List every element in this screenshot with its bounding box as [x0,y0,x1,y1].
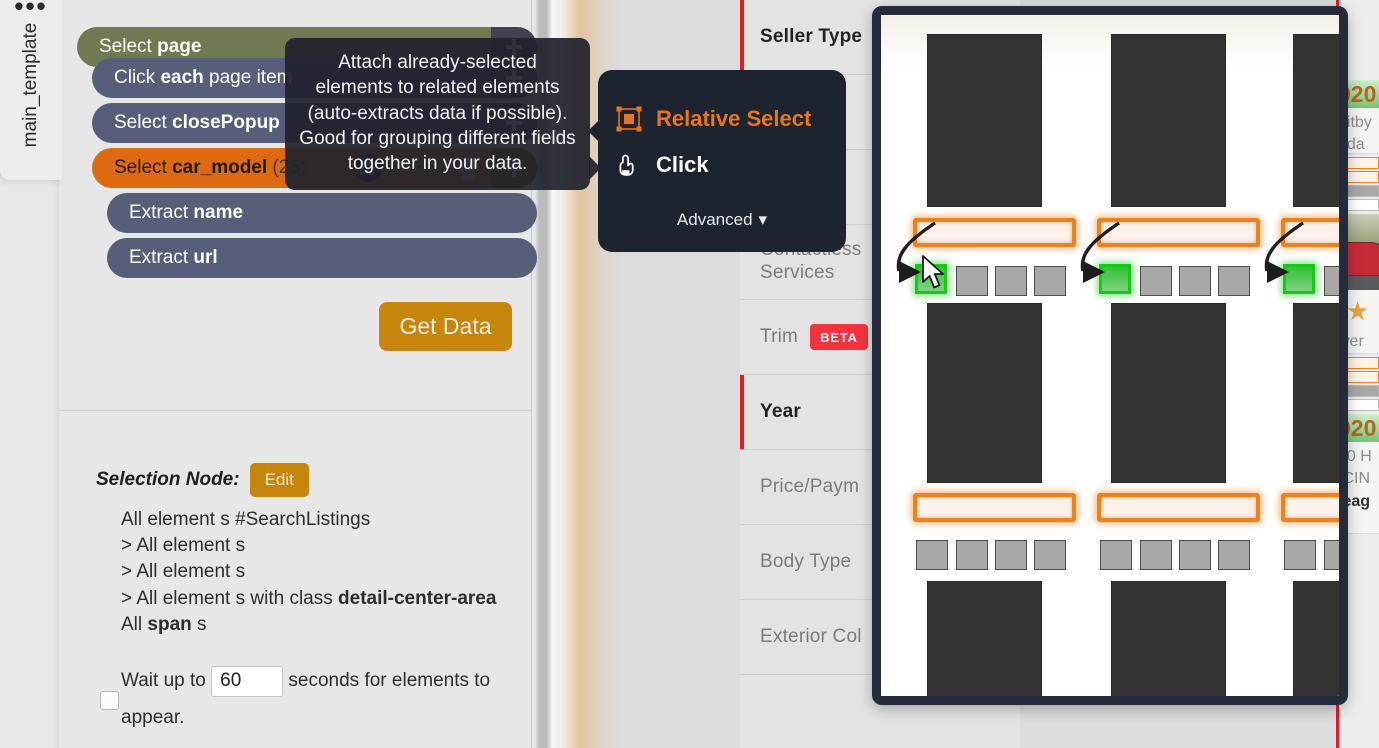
element-square[interactable] [995,540,1027,570]
screen: Seller Type Contactless Services Trim BE… [0,0,1379,748]
element-square[interactable] [956,266,988,296]
filter-label: Body Type [760,551,852,572]
edit-selector-button[interactable]: Edit [249,463,309,497]
selection-node-header: Selection Node: Edit [96,463,516,497]
node-target: closePopup [172,112,280,133]
element-square[interactable] [1218,266,1250,296]
node-verb: Select [99,36,152,57]
highlighted-title-bar[interactable] [1281,493,1339,522]
filter-label: Exterior Col [760,626,862,647]
selector-path-line: > All element s [121,535,246,557]
placeholder-block [1111,34,1226,207]
relative-select-icon [616,106,642,132]
placeholder-block [1111,581,1226,696]
panel-divider [59,410,531,411]
node-verb: Select [114,157,167,178]
node-extract-name[interactable]: Extract name [107,193,537,233]
node-target: name [193,202,244,223]
menu-item-advanced[interactable]: Advanced ▾ [598,210,846,230]
element-square[interactable] [1140,266,1172,296]
node-target: car_model [172,157,268,178]
placeholder-block [1293,303,1339,483]
filter-label: Price/Paym [760,476,860,497]
placeholder-block [1293,34,1339,207]
menu-item-click[interactable]: Click [598,142,846,188]
selector-path-list: All element s #SearchListings > All elem… [121,507,516,638]
get-data-button[interactable]: Get Data [379,302,512,351]
element-square[interactable] [1100,540,1132,570]
template-side-tab[interactable]: ••• main_template [0,0,62,180]
tooltip: Attach already-selected elements to rela… [285,38,601,191]
menu-item-relative-select[interactable]: Relative Select [598,96,846,142]
element-square[interactable] [956,540,988,570]
node-target: each [160,67,204,88]
element-square[interactable] [1324,266,1339,296]
selection-context-menu: Relative Select Click Advanced ▾ [588,70,846,252]
selector-path-line: > All element s with class detail-center… [121,587,497,609]
menu-item-label: Advanced [676,210,753,229]
mouse-cursor [922,255,944,289]
element-square[interactable] [916,540,948,570]
element-square[interactable] [1179,266,1211,296]
node-suffix: page item [203,67,293,88]
pointing-hand-icon [616,152,642,178]
node-target: url [193,247,218,268]
element-square[interactable] [1179,540,1211,570]
menu-item-label: Click [656,152,709,177]
element-square[interactable] [1284,540,1316,570]
placeholder-block [927,581,1042,696]
node-verb: Click [114,67,156,88]
wait-for-elements-checkbox[interactable] [100,691,119,710]
selector-path-line: > All element s [121,561,246,583]
element-square[interactable] [1140,540,1172,570]
node-verb: Select [114,112,167,133]
highlighted-title-bar[interactable] [913,493,1076,522]
wait-seconds-input[interactable] [211,665,284,697]
selector-path-line: All element s #SearchListings [121,509,371,530]
element-square[interactable] [1034,540,1066,570]
filter-label: Seller Type [760,26,863,47]
wait-prefix-label: Wait up to [121,670,206,692]
filter-label: Trim [760,326,799,347]
selector-tag-name: span [147,613,192,635]
relation-arrow [1264,221,1304,283]
node-verb: Extract [129,202,189,223]
menu-item-label: Relative Select [656,106,812,131]
filter-label: Year [760,401,801,422]
wait-for-elements-row: Wait up to seconds for elements to appea… [121,662,516,736]
node-extract-url[interactable]: Extract url [107,238,537,278]
element-square[interactable] [1324,540,1339,570]
element-map-canvas [881,15,1339,696]
selector-class-name: detail-center-area [338,587,497,609]
relation-arrow [1080,221,1120,283]
element-square[interactable] [1034,266,1066,296]
status-badge: BETA [810,324,868,350]
element-map-overlay [872,6,1348,705]
node-verb: Extract [129,247,189,268]
tooltip-text: Attach already-selected elements to rela… [299,52,576,175]
highlighted-title-bar[interactable] [1097,493,1260,522]
selection-node-title: Selection Node: [96,469,240,490]
selector-path-line: All span s [121,613,207,635]
node-target: page [157,36,202,57]
selection-node-section: Selection Node: Edit All element s #Sear… [96,463,516,736]
placeholder-block [1293,581,1339,696]
chevron-down-icon: ▾ [758,210,768,229]
placeholder-block [927,34,1042,207]
template-name-label: main_template [20,22,41,148]
element-square[interactable] [995,266,1027,296]
element-square[interactable] [1218,540,1250,570]
placeholder-block [1111,303,1226,483]
placeholder-block [927,303,1042,483]
